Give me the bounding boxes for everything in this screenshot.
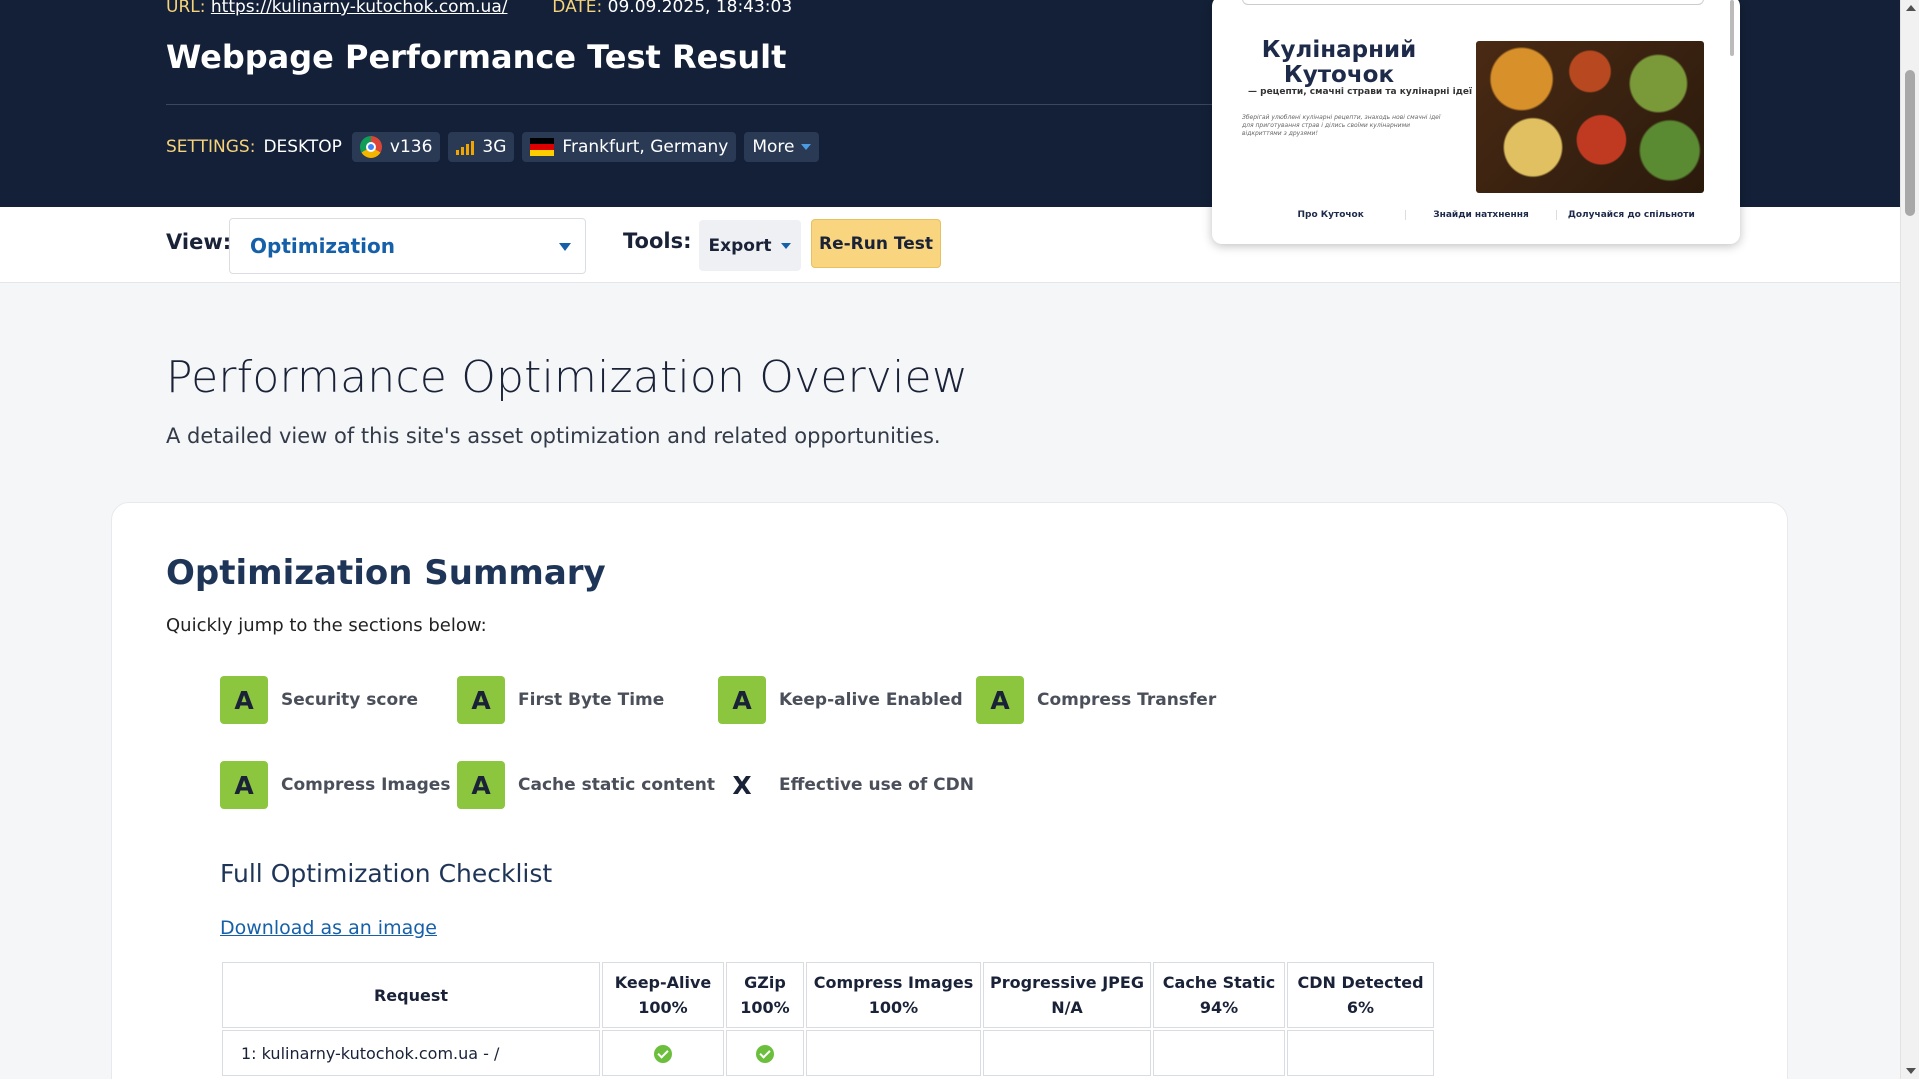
tested-url-link[interactable]: https://kulinarny-kutochok.com.ua/ [211,0,508,17]
page-scrollbar[interactable] [1900,0,1919,1079]
check-circle-icon [654,1044,672,1063]
table-header-row: Request Keep-Alive 100% GZip 100% Compress… [222,962,1434,1028]
cache-static-cell [1153,1030,1285,1076]
cdn-cell [1287,1030,1434,1076]
export-button[interactable]: Export [699,220,801,271]
signal-bars-icon [456,139,475,155]
thumbnail-tab: Долучайся до спільноти [1567,210,1695,220]
grade-label: Compress Images [281,775,451,795]
view-label: View: [166,230,232,254]
download-image-link[interactable]: Download as an image [220,917,437,939]
test-date: 09.09.2025, 18:43:03 [607,0,793,17]
grade-badge: A [457,676,505,724]
grade-label: Effective use of CDN [779,775,974,795]
thumbnail-description: Зберігай улюблені кулінарні рецепти, зна… [1242,114,1441,137]
checklist-heading: Full Optimization Checklist [220,859,553,888]
date-label: DATE: [552,0,603,17]
rerun-test-button[interactable]: Re-Run Test [811,219,941,268]
column-header: Cache Static 94% [1153,962,1285,1028]
chrome-icon [359,136,382,158]
settings-label: SETTINGS: [166,137,256,157]
progressive-jpeg-cell [983,1030,1151,1076]
grade-label: First Byte Time [518,690,665,710]
thumbnail-tabs: Про Куточок Знайди натхнення Долучайся д… [1256,210,1706,220]
grade-badge: A [457,761,505,809]
location-chip: Frankfurt, Germany [522,132,737,162]
column-header: Compress Images 100% [806,962,981,1028]
more-settings-button[interactable]: More [744,132,819,162]
column-header: Request [222,962,600,1028]
url-label: URL: [166,0,206,17]
connection-type: 3G [482,137,507,157]
test-settings: SETTINGS: DESKTOP v136 3G Frankfurt, Ger… [166,132,819,162]
page-title: Webpage Performance Test Result [166,38,787,76]
browser-version: v136 [389,137,433,157]
scroll-down-icon[interactable] [1906,1068,1916,1074]
keep-alive-cell [602,1030,724,1076]
thumbnail-tab: Про Куточок [1256,210,1407,220]
grade-compress-transfer[interactable]: A Compress Transfer [976,676,1216,724]
column-header: CDN Detected 6% [1287,962,1434,1028]
germany-flag-icon [530,138,555,156]
grade-badge: X [732,770,752,800]
overview-heading: Performance Optimization Overview [166,352,969,403]
thumbnail-heading: Кулінарний Куточок [1261,37,1417,88]
thumbnail-scrollbar [1730,0,1734,56]
grade-compress-images[interactable]: A Compress Images [220,761,450,809]
caret-down-icon [800,144,811,150]
column-header: Progressive JPEG N/A [983,962,1151,1028]
grade-badge: A [220,676,268,724]
column-header: Keep-Alive 100% [602,962,724,1028]
export-label: Export [708,235,772,256]
test-meta: URL: https://kulinarny-kutochok.com.ua/ … [166,0,792,17]
grade-cdn[interactable]: X Effective use of CDN [718,761,974,809]
grade-keep-alive[interactable]: A Keep-alive Enabled [718,676,963,724]
request-cell: 1: kulinarny-kutochok.com.ua - / [222,1030,600,1076]
grade-cache-static[interactable]: A Cache static content [457,761,715,809]
overview-lead: A detailed view of this site's asset opt… [166,424,941,448]
check-circle-icon [756,1044,774,1063]
header-divider [166,104,1212,105]
browser-chip: v136 [351,132,441,162]
grade-badge: A [976,676,1024,724]
grade-label: Keep-alive Enabled [779,690,963,710]
scrollbar-thumb[interactable] [1905,70,1915,216]
thumbnail-search-bar [1242,0,1704,5]
thumbnail-tab: Знайди натхнення [1406,210,1557,220]
page-screenshot-thumbnail[interactable]: Кулінарний Куточок — рецепти, смачні стр… [1212,0,1740,244]
optimization-checklist-table: Request Keep-Alive 100% GZip 100% Compress… [220,960,1436,1078]
tools-label: Tools: [623,229,692,253]
gzip-cell [726,1030,804,1076]
connection-chip: 3G [448,132,515,162]
grade-badge: A [718,676,766,724]
grade-label: Compress Transfer [1037,690,1217,710]
test-location: Frankfurt, Germany [562,137,729,157]
thumbnail-subtitle: — рецепти, смачні страви та кулінарні ід… [1248,87,1473,97]
device-type: DESKTOP [263,137,342,157]
jump-text: Quickly jump to the sections below: [166,615,487,636]
grade-label: Security score [281,690,419,710]
more-label: More [752,137,795,157]
page: URL: https://kulinarny-kutochok.com.ua/ … [0,0,1919,1079]
grade-badge: A [220,761,268,809]
table-row: 1: kulinarny-kutochok.com.ua - / [222,1030,1434,1076]
food-image [1476,41,1704,193]
view-select-value: Optimization [250,234,395,258]
scroll-up-icon[interactable] [1906,5,1916,11]
grade-first-byte-time[interactable]: A First Byte Time [457,676,664,724]
grade-security-score[interactable]: A Security score [220,676,418,724]
view-select[interactable]: Optimization [229,218,586,274]
compress-images-cell [806,1030,981,1076]
dropdown-arrow-icon [559,243,571,251]
column-header: GZip 100% [726,962,804,1028]
grade-label: Cache static content [518,775,715,795]
caret-down-icon [781,242,792,249]
summary-heading: Optimization Summary [166,553,606,593]
